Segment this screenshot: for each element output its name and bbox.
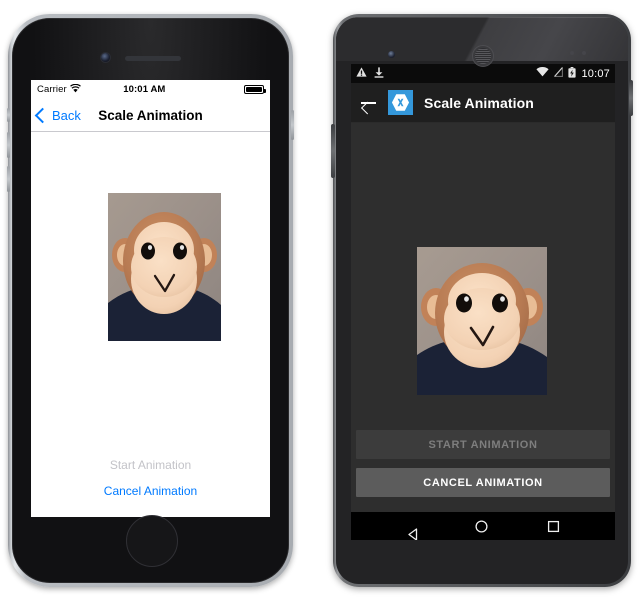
iphone-front-camera-icon xyxy=(101,53,110,62)
android-power-button[interactable] xyxy=(629,80,633,116)
iphone-screen: Carrier 10:01 AM Back Scale Animation St… xyxy=(31,80,270,517)
arrow-left-icon[interactable] xyxy=(360,94,377,111)
ios-status-right xyxy=(208,85,266,94)
android-status-notifications xyxy=(356,66,384,81)
android-action-bar: Scale Animation xyxy=(351,83,615,123)
android-navigation-bar xyxy=(351,512,615,540)
ios-status-bar: Carrier 10:01 AM xyxy=(31,80,270,99)
nav-back-triangle-icon[interactable] xyxy=(406,520,417,540)
ios-content-area: Start Animation Cancel Animation xyxy=(31,132,270,517)
android-status-indicators: 10:07 xyxy=(536,66,610,81)
iphone-earpiece-speaker xyxy=(125,56,181,61)
android-content-area: START ANIMATION CANCEL ANIMATION xyxy=(351,123,615,512)
iphone-device: Carrier 10:01 AM Back Scale Animation St… xyxy=(7,14,294,587)
ios-navigation-bar: Back Scale Animation xyxy=(31,99,270,132)
android-page-title: Scale Animation xyxy=(424,94,534,111)
iphone-volume-up-button[interactable] xyxy=(7,132,10,158)
xamarin-logo-icon xyxy=(388,90,413,115)
ios-back-button[interactable]: Back xyxy=(31,107,81,123)
iphone-bezel: Carrier 10:01 AM Back Scale Animation St… xyxy=(12,18,289,583)
android-bezel: 10:07 Scale Animation START ANIMATION CA… xyxy=(336,17,628,584)
nav-recents-square-icon[interactable] xyxy=(546,519,561,534)
ios-clock: 10:01 AM xyxy=(123,84,166,95)
chevron-left-icon xyxy=(34,107,51,123)
wifi-icon xyxy=(536,67,550,80)
android-earpiece-speaker xyxy=(472,45,494,67)
ios-carrier-group: Carrier xyxy=(37,83,81,96)
nav-home-circle-icon[interactable] xyxy=(474,519,489,534)
ios-start-animation-button[interactable]: Start Animation xyxy=(31,452,270,478)
android-device: 10:07 Scale Animation START ANIMATION CA… xyxy=(331,14,633,587)
android-start-animation-button[interactable]: START ANIMATION xyxy=(356,430,610,459)
iphone-power-button[interactable] xyxy=(291,110,294,140)
android-button-group: START ANIMATION CANCEL ANIMATION xyxy=(351,430,615,506)
ios-back-label: Back xyxy=(52,107,81,123)
download-icon xyxy=(374,66,384,81)
android-volume-rocker[interactable] xyxy=(331,124,335,178)
battery-charging-icon xyxy=(568,66,577,81)
iphone-volume-down-button[interactable] xyxy=(7,166,10,192)
android-cancel-animation-button[interactable]: CANCEL ANIMATION xyxy=(356,468,610,497)
wifi-icon xyxy=(69,83,81,96)
android-front-camera-icon xyxy=(388,51,395,58)
android-clock: 10:07 xyxy=(581,67,610,80)
android-monkey-image xyxy=(417,247,547,395)
ios-carrier-label: Carrier xyxy=(37,84,67,95)
ios-monkey-image xyxy=(108,193,221,341)
warning-triangle-icon xyxy=(356,67,367,80)
android-screen: 10:07 Scale Animation START ANIMATION CA… xyxy=(351,64,615,540)
no-cellular-signal-icon xyxy=(553,66,564,80)
screenshot-root: Carrier 10:01 AM Back Scale Animation St… xyxy=(0,0,643,600)
iphone-home-button[interactable] xyxy=(125,515,178,567)
battery-full-icon xyxy=(244,85,266,94)
iphone-mute-switch[interactable] xyxy=(7,108,10,122)
ios-button-group: Start Animation Cancel Animation xyxy=(31,452,270,504)
ios-cancel-animation-button[interactable]: Cancel Animation xyxy=(31,478,270,504)
android-proximity-sensors xyxy=(570,51,590,56)
